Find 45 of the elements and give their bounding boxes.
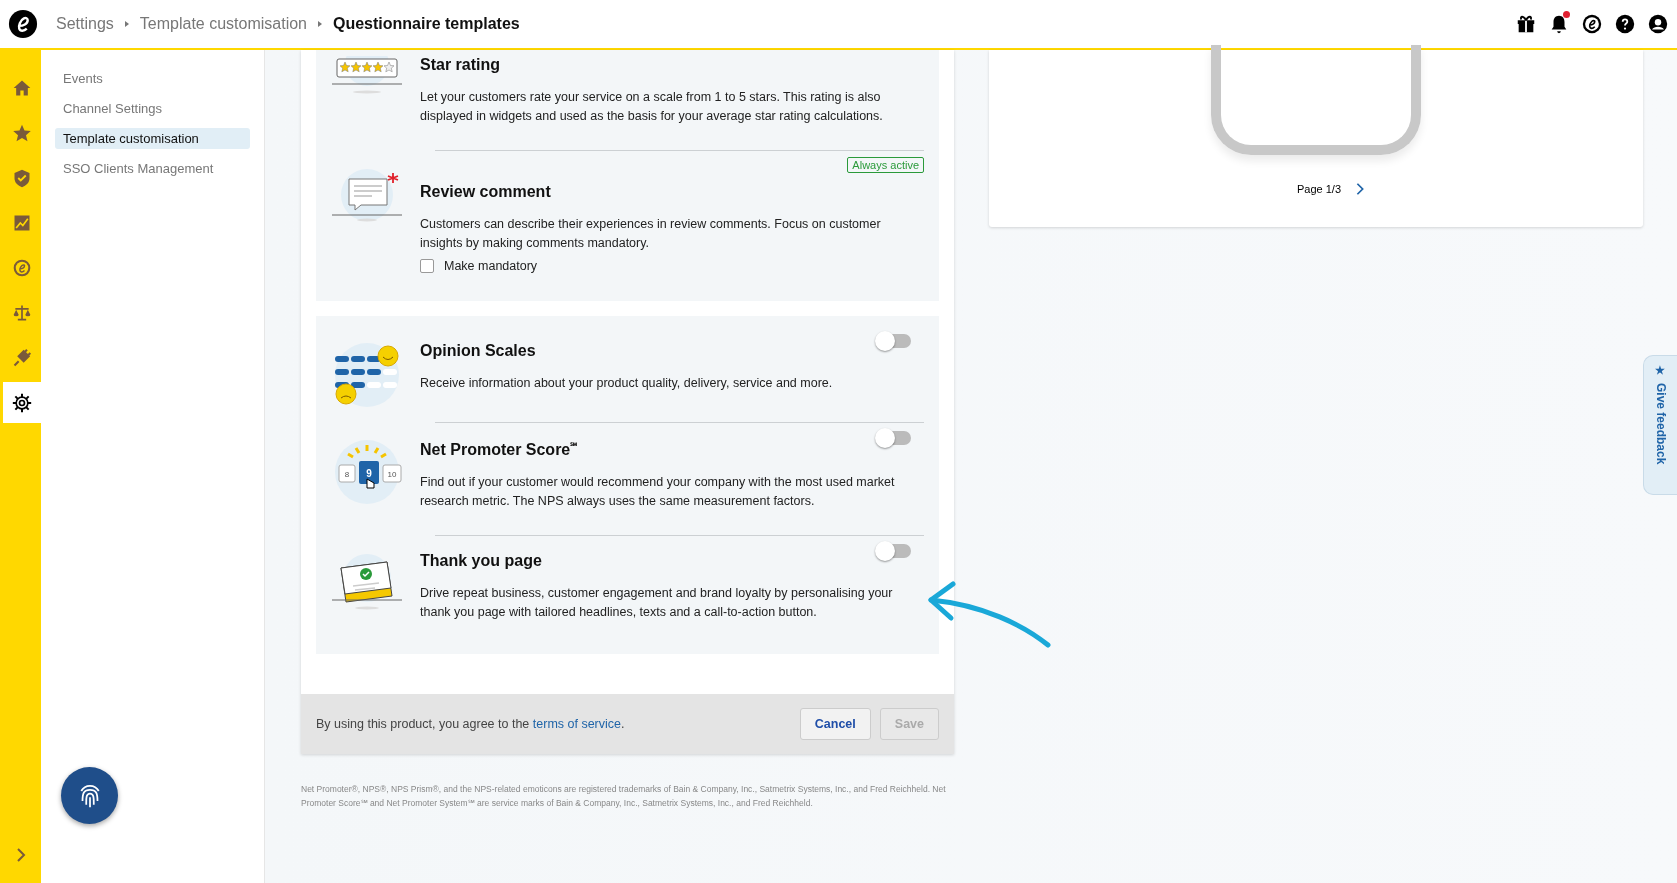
trademark-footnote: Net Promoter®, NPS®, NPS Prism®, and the NPS-related emoticons are registered trademarks of Bain & Company, Inc., Satmetrix Systems, Inc., and Fred Reichheld. Net Promoter Score℠ and Net Promoter System℠ are service marks of Bain & Company, Inc., Satmetrix Systems, Inc., and Fred Reichheld.: [301, 783, 947, 811]
sidebar-item[interactable]: SSO Clients Management: [55, 158, 250, 179]
sidebar-item[interactable]: Channel Settings: [55, 98, 250, 119]
module-description: Let your customers rate your service on a scale from 1 to 5 stars. This rating is also displayed in widgets and used as the basis for your average star rating calculations.: [420, 89, 884, 125]
module-description: Customers can describe their experiences in review comments. Focus on customer insights by making comments mandatory.: [420, 216, 882, 252]
terms-text: By using this product, you agree to the terms of service.: [316, 717, 625, 732]
checkbox[interactable]: [420, 259, 434, 273]
module-title: Thank you page: [420, 552, 542, 571]
page-indicator: Page 1/3: [1296, 183, 1341, 195]
breadcrumb-link[interactable]: Settings: [56, 15, 114, 33]
toggle-switch[interactable]: [877, 334, 911, 348]
toggle-switch[interactable]: [877, 544, 911, 559]
separator-icon: [317, 20, 323, 28]
module-title: Star rating: [420, 56, 500, 74]
rail-item[interactable]: [3, 382, 41, 423]
toggle-switch[interactable]: [877, 431, 911, 445]
logo-icon[interactable]: [8, 9, 38, 39]
star-rating-illustration: [331, 56, 403, 96]
separator-icon: [123, 20, 130, 28]
settings-icon: [12, 392, 32, 413]
next-page-icon[interactable]: [1355, 182, 1365, 196]
breadcrumb-link[interactable]: Template customisation: [139, 15, 307, 33]
speech-bubble-illustration: [331, 167, 403, 223]
logo-icon: [12, 257, 32, 278]
module-description: Drive repeat business, customer engagement and brand loyalty by personalising your thank you page with tailored headlines, texts and a call-to-action button.: [420, 585, 894, 622]
checkbox-label: Make mandatory: [444, 259, 538, 273]
module-title: Opinion Scales: [420, 342, 536, 360]
sidebar-item[interactable]: Events: [55, 68, 250, 89]
module-description: Receive information about your product quality, delivery, service and more.: [420, 375, 834, 392]
module-title: Net Promoter Score$^{℠}$: [420, 440, 578, 460]
status-badge: Always active: [847, 157, 924, 173]
module-description: Find out if your customer would recommend your company with the most used market research metric. The NPS always uses the same measurement factors.: [420, 474, 896, 511]
shield-icon: [12, 167, 32, 188]
user-icon[interactable]: [1647, 13, 1669, 35]
sidebar-item[interactable]: Template customisation: [55, 128, 250, 149]
plug-icon: [12, 347, 32, 368]
expand-chevron-icon[interactable]: [15, 847, 27, 863]
logo-icon[interactable]: [1581, 13, 1603, 35]
terms-link[interactable]: terms of service: [532, 717, 621, 732]
feedback-tab[interactable]: ★ Give feedback: [1643, 355, 1677, 495]
gift-icon[interactable]: [1515, 13, 1537, 35]
cancel-button[interactable]: Cancel: [799, 708, 871, 741]
module-title: Review comment: [420, 183, 551, 201]
help-icon[interactable]: [1614, 13, 1636, 35]
page-title: Questionnaire templates: [333, 15, 520, 33]
